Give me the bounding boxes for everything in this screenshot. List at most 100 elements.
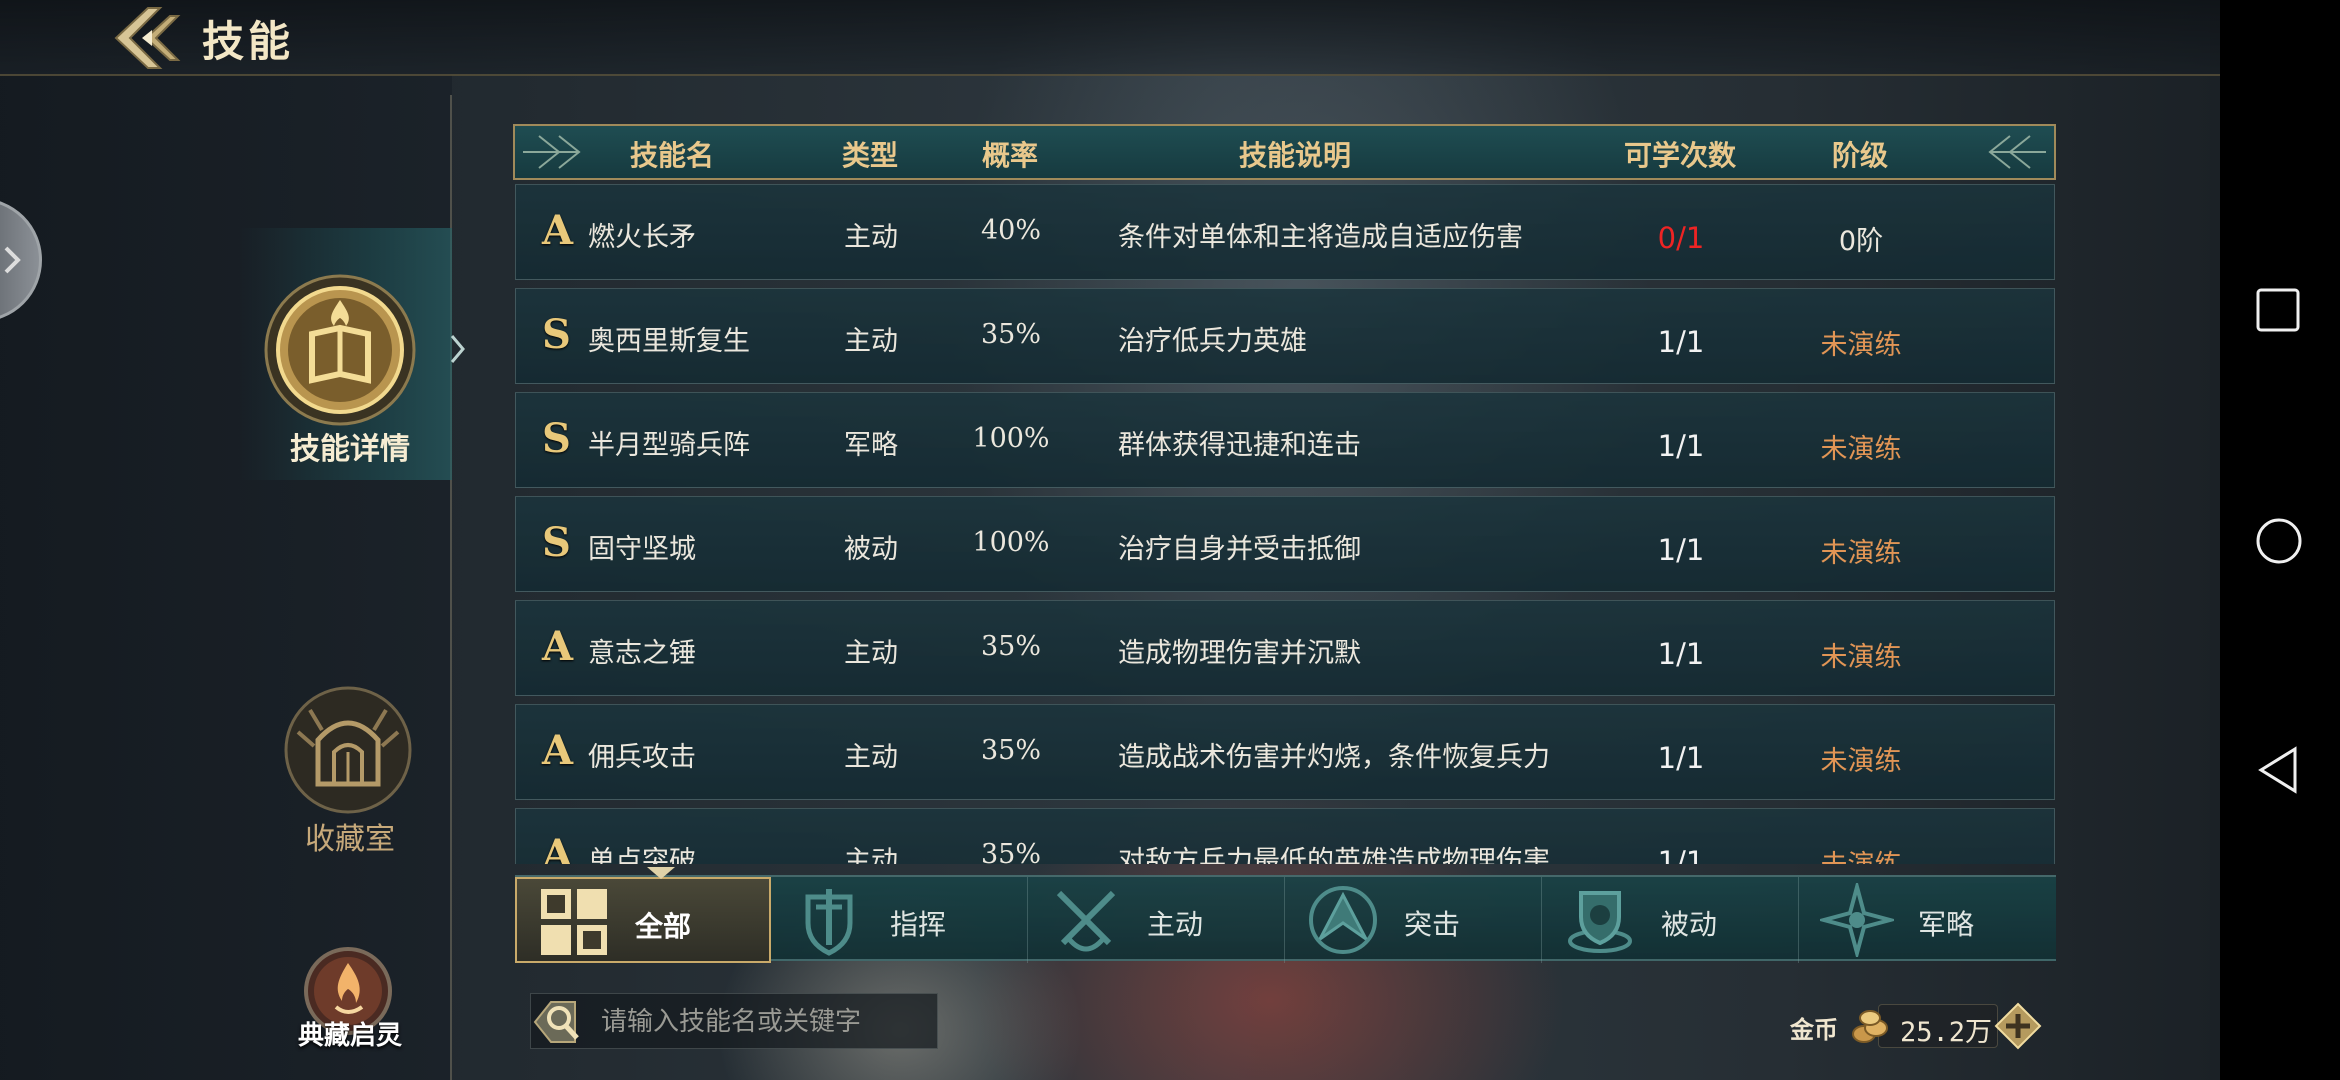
gold-coins-icon xyxy=(1852,1010,1888,1043)
sidebar-item-label: 典藏启灵 xyxy=(297,1021,402,1051)
skill-stage: 未演练 xyxy=(1820,434,1902,465)
header-ornament-right-icon xyxy=(1988,135,2046,169)
crossed-swords-icon xyxy=(1056,890,1116,952)
table-row[interactable]: S 半月型骑兵阵 军略 100% 群体获得迅捷和连击 1/1 未演练 xyxy=(515,392,2055,488)
grade-badge: S xyxy=(542,311,571,358)
sidebar-item-collection-spirit[interactable]: 典藏启灵 xyxy=(280,945,420,1075)
skill-name: 单点突破 xyxy=(588,846,696,864)
home-circle-icon[interactable] xyxy=(2255,517,2303,565)
skill-book-emblem-icon xyxy=(264,274,416,426)
page-title: 技能 xyxy=(202,17,295,66)
gold-amount: 25.2万 xyxy=(1900,1017,1993,1048)
back-triangle-icon[interactable] xyxy=(2255,745,2301,795)
skill-stage: 未演练 xyxy=(1820,330,1902,361)
sidebar-item-label: 技能详情 xyxy=(290,432,410,467)
back-button[interactable] xyxy=(112,4,190,72)
skill-rate: 35% xyxy=(980,319,1041,350)
search-input[interactable] xyxy=(601,1002,931,1042)
skill-description: 对敌方兵力最低的英雄造成物理伤害 xyxy=(1118,846,1550,864)
back-arrow-icon xyxy=(114,7,181,69)
skill-table: 技能名 类型 概率 技能说明 可学次数 阶级 A 燃火长矛 主动 40% 条件对… xyxy=(513,124,2056,864)
filter-tab-strategy[interactable]: 军略 xyxy=(1800,877,2056,963)
skill-rate: 35% xyxy=(980,735,1041,766)
filter-tab-assault[interactable]: 突击 xyxy=(1286,877,1542,963)
gold-label: 金币 xyxy=(1790,1016,1838,1044)
collection-hall-emblem-icon xyxy=(284,686,412,814)
skill-stage: 0阶 xyxy=(1838,226,1884,257)
skill-rate: 35% xyxy=(980,631,1041,662)
sidebar-item-collection[interactable]: 收藏室 xyxy=(270,680,430,860)
grade-badge: S xyxy=(542,415,571,462)
filter-label: 指挥 xyxy=(890,908,947,941)
learn-count: 1/1 xyxy=(1657,429,1705,463)
column-header-description: 技能说明 xyxy=(1238,139,1351,172)
sword-shield-icon xyxy=(805,889,853,956)
filter-label: 突击 xyxy=(1404,908,1461,941)
skill-type-filter-bar: 全部 指挥 主动 突击 被动 军略 xyxy=(515,867,2056,963)
grade-badge: A xyxy=(542,207,574,254)
skill-description: 条件对单体和主将造成自适应伤害 xyxy=(1118,222,1523,253)
left-panel-background xyxy=(0,75,452,1080)
learn-count: 0/1 xyxy=(1657,221,1705,255)
gold-currency: 金币 25.2万 xyxy=(1780,1000,2050,1056)
skill-stage: 未演练 xyxy=(1820,538,1902,569)
filter-label: 主动 xyxy=(1147,908,1204,941)
grade-badge: A xyxy=(542,831,574,864)
skill-description: 治疗低兵力英雄 xyxy=(1118,326,1307,357)
skill-name: 意志之锤 xyxy=(588,638,696,669)
table-row[interactable]: A 燃火长矛 主动 40% 条件对单体和主将造成自适应伤害 0/1 0阶 xyxy=(515,184,2055,280)
filter-tab-command[interactable]: 指挥 xyxy=(772,877,1028,963)
column-header-type[interactable]: 类型 xyxy=(825,134,915,174)
active-pointer xyxy=(647,867,675,879)
column-header-name[interactable]: 技能名 xyxy=(597,134,747,174)
skill-description: 治疗自身并受击抵御 xyxy=(1118,534,1361,565)
filter-label: 全部 xyxy=(635,910,692,943)
table-row[interactable]: S 奥西里斯复生 主动 35% 治疗低兵力英雄 1/1 未演练 xyxy=(515,288,2055,384)
filter-label: 被动 xyxy=(1661,908,1718,941)
skill-name: 佣兵攻击 xyxy=(588,742,696,773)
table-row[interactable]: A 意志之锤 主动 35% 造成物理伤害并沉默 1/1 未演练 xyxy=(515,600,2055,696)
skill-name: 燃火长矛 xyxy=(588,222,696,253)
column-header-learn-count[interactable]: 可学次数 xyxy=(1615,134,1745,174)
search-icon[interactable] xyxy=(531,994,595,1050)
skill-name: 固守坚城 xyxy=(588,534,696,565)
learn-count: 1/1 xyxy=(1657,325,1705,359)
filter-tab-all[interactable]: 全部 xyxy=(515,867,771,963)
skill-rate: 100% xyxy=(972,423,1050,454)
skill-type: 主动 xyxy=(844,846,898,864)
grid-icon xyxy=(541,889,607,955)
skill-description: 造成物理伤害并沉默 xyxy=(1118,638,1361,669)
skill-description: 群体获得迅捷和连击 xyxy=(1118,430,1361,461)
add-gold-button[interactable] xyxy=(1994,1002,2042,1050)
column-header-rate[interactable]: 概率 xyxy=(955,134,1065,174)
learn-count: 1/1 xyxy=(1657,533,1705,567)
table-header: 技能名 类型 概率 技能说明 可学次数 阶级 xyxy=(513,124,2056,180)
skill-stage: 未演练 xyxy=(1806,843,1916,864)
active-tab-arrow-icon xyxy=(450,335,465,363)
skill-type: 主动 xyxy=(844,222,898,253)
learn-count: 1/1 xyxy=(1657,741,1705,775)
column-header-stage[interactable]: 阶级 xyxy=(1805,134,1915,174)
sidebar-item-skill-details[interactable]: 技能详情 xyxy=(240,228,465,480)
table-row[interactable]: A 佣兵攻击 主动 35% 造成战术伤害并灼烧，条件恢复兵力 1/1 未演练 xyxy=(515,704,2055,800)
sidebar-item-label: 收藏室 xyxy=(305,822,395,857)
filter-tab-active[interactable]: 主动 xyxy=(1029,877,1285,963)
table-row[interactable]: A 单点突破 主动 35% 对敌方兵力最低的英雄造成物理伤害 1/1 未演练 xyxy=(515,808,2055,864)
table-body: A 燃火长矛 主动 40% 条件对单体和主将造成自适应伤害 0/1 0阶 S 奥… xyxy=(515,184,2055,864)
search-box xyxy=(530,993,938,1049)
skill-description: 造成战术伤害并灼烧，条件恢复兵力 xyxy=(1118,742,1550,773)
table-row[interactable]: S 固守坚城 被动 100% 治疗自身并受击抵御 1/1 未演练 xyxy=(515,496,2055,592)
compass-star-icon xyxy=(1820,883,1894,957)
filter-tab-passive[interactable]: 被动 xyxy=(1543,877,1799,963)
skill-stage: 未演练 xyxy=(1820,642,1902,673)
skill-rate: 100% xyxy=(972,527,1050,558)
shield-icon xyxy=(1568,891,1632,953)
skill-type: 主动 xyxy=(844,638,898,669)
recent-apps-square-icon[interactable] xyxy=(2255,287,2301,333)
arrow-chevron-icon xyxy=(1309,886,1377,954)
grade-badge: A xyxy=(542,727,574,774)
skill-rate: 40% xyxy=(980,215,1041,246)
skill-type: 军略 xyxy=(844,430,898,461)
skill-stage: 未演练 xyxy=(1820,746,1902,777)
skill-type: 被动 xyxy=(844,534,898,565)
